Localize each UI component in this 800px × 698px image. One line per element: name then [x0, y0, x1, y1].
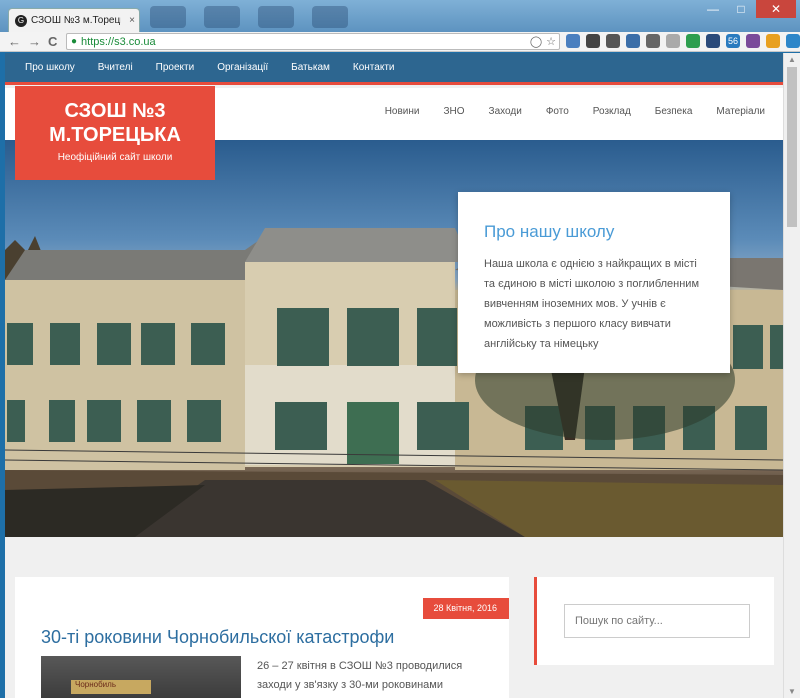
site-logo[interactable]: СЗОШ №3 М.ТОРЕЦЬКА Неофіційний сайт школ…: [15, 86, 215, 180]
topnav-item[interactable]: Проекти: [156, 62, 195, 73]
thumbnail-banner-text: Чорнобиль: [71, 680, 151, 694]
mainnav-item[interactable]: Безпека: [655, 106, 693, 117]
extension-icon[interactable]: [766, 34, 780, 48]
favicon-icon: G: [15, 14, 27, 27]
forward-button[interactable]: →: [28, 34, 41, 49]
mainnav-item[interactable]: Заходи: [489, 106, 522, 117]
extension-icon[interactable]: [586, 34, 600, 48]
post-thumbnail[interactable]: Чорнобиль: [41, 656, 241, 698]
window-controls: — □ ✕: [700, 0, 796, 18]
extension-icon[interactable]: [746, 34, 760, 48]
sidebar: [534, 577, 774, 665]
post-excerpt: 26 – 27 квітня в СЗОШ №3 проводилися зах…: [257, 660, 463, 691]
about-card-title[interactable]: Про нашу школу: [484, 222, 704, 242]
window-close-button[interactable]: ✕: [756, 0, 796, 18]
mainnav-item[interactable]: Новини: [385, 106, 420, 117]
topnav-item[interactable]: Вчителі: [98, 62, 133, 73]
topnav-item[interactable]: Організації: [217, 62, 268, 73]
tab-title: СЗОШ №3 м.Торецька|Д: [31, 15, 121, 26]
window-titlebar: G СЗОШ №3 м.Торецька|Д × — □ ✕: [0, 0, 800, 32]
scroll-down-icon[interactable]: ▼: [788, 687, 796, 696]
topnav-item[interactable]: Контакти: [353, 62, 395, 73]
top-navigation: Про школу Вчителі Проекти Організації Ба…: [5, 53, 783, 85]
taskbar-icon[interactable]: [258, 6, 294, 28]
web-page: Про школу Вчителі Проекти Організації Ба…: [5, 53, 783, 698]
extension-icon[interactable]: [606, 34, 620, 48]
post-card: 28 Квітня, 2016 30-ті роковини Чорнобиль…: [15, 577, 509, 698]
taskbar-icons: [150, 6, 348, 28]
url-text: https://s3.co.ua: [81, 35, 156, 48]
topnav-item[interactable]: Про школу: [25, 62, 75, 73]
extension-icon[interactable]: [666, 34, 680, 48]
extension-icon[interactable]: [626, 34, 640, 48]
extension-badge-icon[interactable]: 56: [726, 34, 740, 48]
mainnav-item[interactable]: Розклад: [593, 106, 631, 117]
back-button[interactable]: ←: [8, 34, 21, 49]
omnibox-icons: ◯ ☆: [530, 35, 559, 48]
post-title[interactable]: 30-ті роковини Чорнобильскої катастрофи: [41, 627, 394, 648]
star-icon[interactable]: ☆: [546, 35, 556, 48]
tab-close-icon[interactable]: ×: [125, 15, 139, 26]
reload-button[interactable]: C: [48, 34, 57, 49]
taskbar-icon[interactable]: [204, 6, 240, 28]
taskbar-icon[interactable]: [150, 6, 186, 28]
about-card: Про нашу школу Наша школа є однією з най…: [458, 192, 730, 373]
extension-icon[interactable]: [706, 34, 720, 48]
address-bar[interactable]: ● https://s3.co.ua ◯ ☆: [66, 33, 560, 50]
shield-icon[interactable]: ◯: [530, 35, 542, 48]
extension-icons: 56 ≡: [566, 34, 800, 48]
browser-toolbar: ← → C ● https://s3.co.ua ◯ ☆ 56 ≡: [0, 32, 800, 52]
extension-icon[interactable]: [566, 34, 580, 48]
extension-icon[interactable]: [786, 34, 800, 48]
main-navigation: Новини ЗНО Заходи Фото Розклад Безпека М…: [385, 106, 765, 117]
minimize-button[interactable]: —: [700, 0, 726, 18]
taskbar-icon[interactable]: [312, 6, 348, 28]
post-date-badge: 28 Квітня, 2016: [423, 598, 509, 619]
extension-icon[interactable]: [686, 34, 700, 48]
extension-icon[interactable]: [646, 34, 660, 48]
browser-tab[interactable]: G СЗОШ №3 м.Торецька|Д ×: [8, 8, 140, 32]
topnav-item[interactable]: Батькам: [291, 62, 330, 73]
logo-title-line1: СЗОШ №3: [64, 100, 166, 122]
page-scrollbar[interactable]: ▲ ▼: [783, 53, 800, 698]
mainnav-item[interactable]: ЗНО: [444, 106, 465, 117]
maximize-button[interactable]: □: [728, 0, 754, 18]
mainnav-item[interactable]: Матеріали: [716, 106, 765, 117]
search-input[interactable]: [564, 604, 750, 638]
scrollbar-thumb[interactable]: [787, 67, 797, 227]
logo-title-line2: М.ТОРЕЦЬКА: [49, 124, 181, 146]
lock-icon: ●: [71, 36, 78, 47]
about-card-text: Наша школа є однією з найкращих в місті …: [484, 258, 700, 350]
logo-tagline: Неофіційний сайт школи: [57, 152, 173, 163]
scroll-up-icon[interactable]: ▲: [788, 55, 796, 64]
mainnav-item[interactable]: Фото: [546, 106, 569, 117]
